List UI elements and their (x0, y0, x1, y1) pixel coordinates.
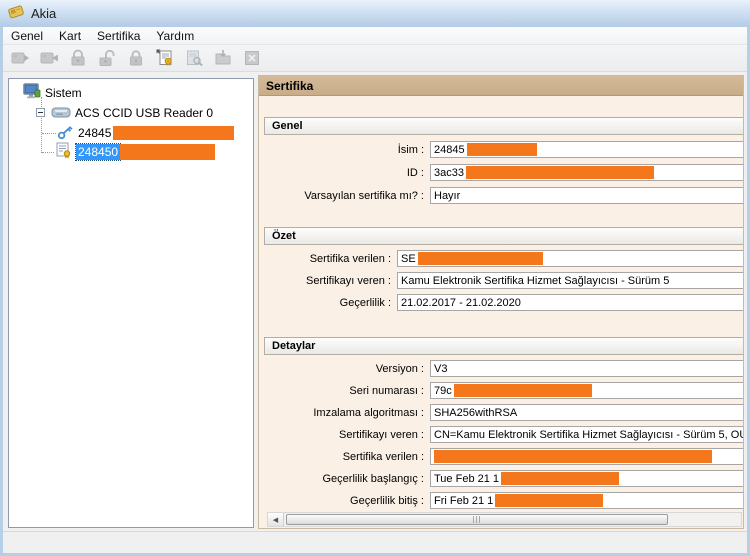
remove-card-icon[interactable] (36, 47, 62, 70)
field-isim: İsim : 24845 (264, 141, 744, 158)
tree-item-label-selected: 248450 (76, 144, 120, 160)
certificate-detail-panel: Sertifika Genel İsim : 24845 ID : 3ac33 … (258, 75, 744, 529)
field-imzalama: Imzalama algoritması : SHA256withRSA (264, 404, 744, 421)
menu-sertifika[interactable]: Sertifika (89, 28, 148, 44)
tree-item-label: 24845 (78, 126, 111, 140)
field-value[interactable]: SE (397, 250, 744, 267)
lock-card-icon[interactable] (123, 47, 149, 70)
field-label: Imzalama algoritması : (264, 407, 424, 419)
redaction-block (113, 126, 234, 140)
redaction-block (434, 450, 712, 463)
field-label: Geçerlilik : (264, 297, 391, 309)
title-bar[interactable]: Akia (0, 0, 750, 27)
tree-item-label: ACS CCID USB Reader 0 (75, 106, 213, 120)
redaction-block (495, 494, 603, 507)
tree-item-sistem[interactable]: Sistem (23, 84, 82, 102)
field-detay-veren: Sertifikayı veren : CN=Kamu Elektronik S… (264, 426, 744, 443)
field-value[interactable]: 24845 (430, 141, 744, 158)
device-tree-panel[interactable]: Sistem ACS CCID USB Reader 0 (8, 78, 254, 528)
scroll-left-icon[interactable]: ◀ (268, 513, 284, 526)
scrollbar-grip (473, 516, 482, 523)
tree-connector-stub (42, 152, 54, 153)
tree-connector-line (41, 97, 42, 153)
section-detaylar: Detaylar Versiyon : V3 Seri numarası : 7… (264, 337, 744, 509)
content-area: Sistem ACS CCID USB Reader 0 (3, 72, 747, 531)
field-label: Sertifikayı veren : (264, 429, 424, 441)
window-title: Akia (31, 6, 56, 21)
section-detaylar-title: Detaylar (264, 337, 744, 355)
section-genel: Genel İsim : 24845 ID : 3ac33 Varsayılan… (264, 117, 744, 204)
field-value[interactable]: Fri Feb 21 1 (430, 492, 744, 509)
field-value[interactable]: Hayır (430, 187, 744, 204)
redaction-block (466, 166, 654, 179)
status-bar (3, 531, 747, 553)
field-value[interactable]: 21.02.2017 - 21.02.2020 (397, 294, 744, 311)
field-label: Versiyon : (264, 363, 424, 375)
field-label: Sertifika verilen : (264, 451, 424, 463)
redaction-block (467, 143, 537, 156)
field-versiyon: Versiyon : V3 (264, 360, 744, 377)
computer-icon (23, 83, 41, 103)
redaction-block (501, 472, 619, 485)
field-value[interactable] (430, 448, 744, 465)
tree-item-label: Sistem (45, 86, 82, 100)
panel-title: Sertifika (259, 76, 743, 96)
field-value[interactable]: Tue Feb 21 1 (430, 470, 744, 487)
field-baslangic: Geçerlilik başlangıç : Tue Feb 21 1 (264, 470, 744, 487)
exit-icon[interactable] (239, 47, 265, 70)
field-varsayilan: Varsayılan sertifika mı? : Hayır (264, 187, 744, 204)
tree-connector-stub (42, 133, 56, 134)
app-icon (7, 2, 25, 25)
key-icon (57, 124, 74, 143)
tree-item-key[interactable]: 24845 (57, 124, 234, 142)
field-label: Geçerlilik bitiş : (264, 495, 424, 507)
certificate-icon (55, 142, 73, 162)
scrollbar-thumb[interactable] (286, 514, 668, 525)
tree-item-certificate[interactable]: 248450 (55, 143, 215, 161)
field-label: İsim : (264, 144, 424, 156)
field-bitis: Geçerlilik bitiş : Fri Feb 21 1 (264, 492, 744, 509)
redaction-block (120, 144, 215, 160)
app-window: Akia Genel Kart Sertifika Yardım (0, 0, 750, 556)
field-label: Sertifikayı veren : (264, 275, 391, 287)
field-detay-verilen: Sertifika verilen : (264, 448, 744, 465)
field-label: Geçerlilik başlangıç : (264, 473, 424, 485)
horizontal-scrollbar[interactable]: ◀ (267, 512, 742, 527)
field-label: ID : (264, 167, 424, 179)
menu-genel[interactable]: Genel (3, 28, 51, 44)
import-certificate-icon[interactable] (210, 47, 236, 70)
field-sertifika-verilen: Sertifika verilen : SE (264, 250, 744, 267)
redaction-block (418, 252, 543, 265)
card-reader-icon (51, 104, 71, 123)
field-value[interactable]: Kamu Elektronik Sertifika Hizmet Sağlayı… (397, 272, 744, 289)
certificate-details-icon[interactable] (181, 47, 207, 70)
field-value[interactable]: SHA256withRSA (430, 404, 744, 421)
field-label: Seri numarası : (264, 385, 424, 397)
field-label: Sertifika verilen : (264, 253, 391, 265)
field-id: ID : 3ac33 (264, 164, 744, 181)
field-gecerlilik: Geçerlilik : 21.02.2017 - 21.02.2020 (264, 294, 744, 311)
menu-yardim[interactable]: Yardım (148, 28, 202, 44)
change-pin-icon[interactable] (65, 47, 91, 70)
menu-kart[interactable]: Kart (51, 28, 89, 44)
menu-bar: Genel Kart Sertifika Yardım (3, 27, 747, 45)
toolbar (3, 45, 747, 72)
field-label: Varsayılan sertifika mı? : (264, 190, 424, 202)
tree-item-reader[interactable]: ACS CCID USB Reader 0 (51, 104, 213, 122)
field-value[interactable]: V3 (430, 360, 744, 377)
field-value[interactable]: CN=Kamu Elektronik Sertifika Hizmet Sağl… (430, 426, 744, 443)
show-certificate-icon[interactable] (152, 47, 178, 70)
section-genel-title: Genel (264, 117, 744, 135)
field-value[interactable]: 3ac33 (430, 164, 744, 181)
field-value[interactable]: 79c (430, 382, 744, 399)
redaction-block (454, 384, 592, 397)
unblock-pin-icon[interactable] (94, 47, 120, 70)
field-sertifikayi-veren: Sertifikayı veren : Kamu Elektronik Sert… (264, 272, 744, 289)
section-ozet-title: Özet (264, 227, 744, 245)
field-seri-numarasi: Seri numarası : 79c (264, 382, 744, 399)
collapse-expander[interactable] (36, 108, 45, 117)
section-ozet: Özet Sertifika verilen : SE Sertifikayı … (264, 227, 744, 311)
insert-card-icon[interactable] (7, 47, 33, 70)
